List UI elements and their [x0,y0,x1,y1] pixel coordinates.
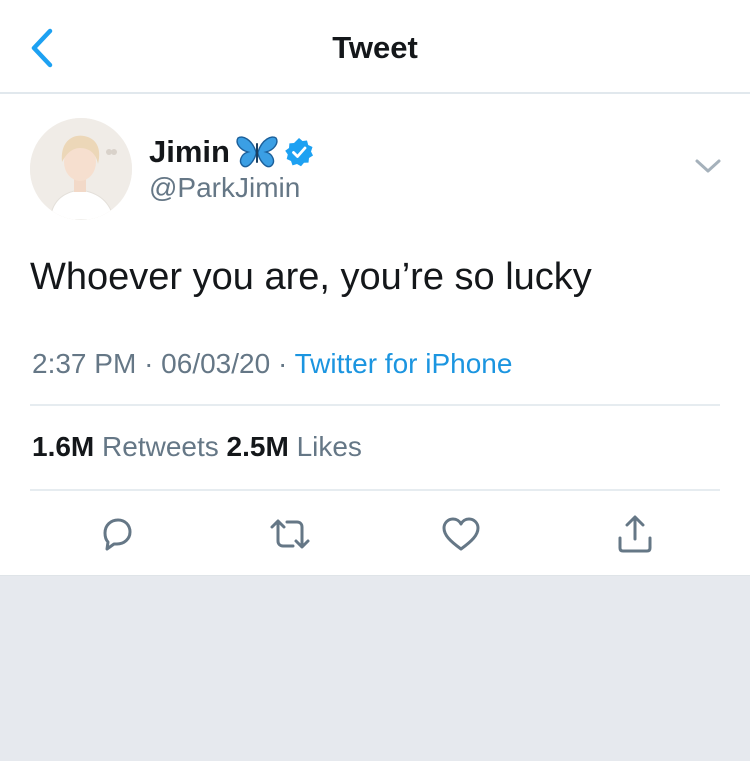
tweet-text: Whoever you are, you’re so lucky [30,256,592,298]
retweets-count: 1.6M [32,431,95,462]
likes-stat[interactable]: 2.5M Likes [227,431,362,462]
likes-count: 2.5M [226,431,289,462]
tweet-card: Jimin @ParkJimin Whoever you are, you’re… [0,94,750,576]
nav-bar: Tweet [0,0,750,94]
avatar[interactable] [30,118,132,220]
page-title: Tweet [332,30,418,65]
tweet-date: 06/03/20 [161,348,271,379]
author-handle[interactable]: @ParkJimin [149,172,300,204]
tweet-meta: 2:37 PM · 06/03/20 · Twitter for iPhone [32,348,512,380]
tweet-detail-screen: Tweet Jimin @ParkJimin Whoever you are, … [0,0,750,761]
tweet-stats: 1.6M Retweets 2.5M Likes [32,431,362,463]
tweet-time: 2:37 PM [32,348,137,379]
reply-icon [103,518,132,551]
retweet-icon [270,519,310,549]
reply-button[interactable] [95,512,139,556]
retweets-stat[interactable]: 1.6M Retweets [32,431,219,462]
divider [30,404,720,406]
verified-badge-icon [285,138,313,167]
author-name-row[interactable]: Jimin [149,132,314,172]
meta-separator: · [144,348,154,379]
likes-label: Likes [296,431,362,462]
tweet-source-link[interactable]: Twitter for iPhone [295,348,513,379]
share-icon [618,515,652,553]
meta-separator: · [277,348,288,379]
avatar-photo [30,118,132,220]
like-icon [442,517,480,551]
tweet-menu-button[interactable] [690,152,726,180]
chevron-down-icon [695,159,721,173]
display-name: Jimin [149,134,230,169]
retweets-label: Retweets [102,431,219,462]
retweet-button[interactable] [268,512,312,556]
share-button[interactable] [613,512,657,556]
butterfly-icon [236,136,278,168]
divider [30,489,720,491]
tweet-actions-bar [0,512,750,556]
like-button[interactable] [439,512,483,556]
